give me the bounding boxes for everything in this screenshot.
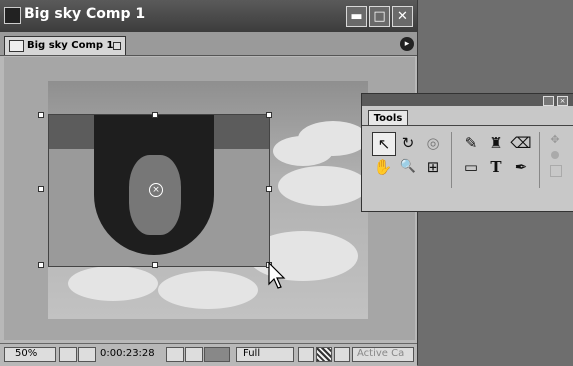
transform-handle[interactable] (38, 186, 44, 192)
title-bar[interactable]: Big sky Comp 1 ▬ □ ✕ (0, 0, 417, 32)
resolution-value: Full (243, 348, 261, 359)
type-tool-icon[interactable]: T (485, 156, 507, 178)
tab-label: Big sky Comp 1 (27, 40, 114, 51)
view-dropdown[interactable]: Active Ca (352, 347, 414, 362)
window-title: Big sky Comp 1 (24, 6, 146, 22)
show-snapshot-icon[interactable] (185, 347, 203, 362)
tab-comp[interactable]: Big sky Comp 1 (4, 36, 126, 55)
view-value: Active Ca (357, 348, 405, 359)
divider (451, 132, 452, 188)
light-tool-icon (551, 151, 559, 159)
region-of-interest-icon[interactable] (298, 347, 314, 362)
brush-tool-icon[interactable]: ✎ (460, 132, 482, 154)
selected-layer[interactable]: × (48, 114, 270, 267)
zoom-dropdown[interactable]: 50% (4, 347, 56, 362)
cloud (68, 266, 158, 301)
camera-tool-icon (550, 165, 562, 177)
orbit-camera-tool-icon[interactable]: ◎ (422, 132, 444, 154)
close-icon[interactable]: × (557, 96, 568, 106)
clone-stamp-tool-icon[interactable]: ♜ (485, 132, 507, 154)
composition-window: Big sky Comp 1 ▬ □ ✕ Big sky Comp 1 ▸ × (0, 0, 418, 366)
pen-tool-icon[interactable]: ✒ (510, 156, 532, 178)
channel-icon[interactable] (204, 347, 230, 362)
transform-handle[interactable] (152, 262, 158, 268)
mouse-cursor-icon (268, 262, 286, 289)
hand-tool-icon[interactable]: ✋ (372, 156, 394, 178)
pixel-aspect-icon[interactable] (334, 347, 350, 362)
panel-menu-icon[interactable]: ▸ (400, 37, 414, 51)
close-button[interactable]: ✕ (392, 6, 413, 27)
transform-handle[interactable] (38, 112, 44, 118)
transform-handle[interactable] (266, 112, 272, 118)
axis-tool-icon: ✥ (550, 133, 560, 146)
tools-palette: × Tools ↖ ↻ ◎ ✎ ♜ ⌫ ✋ 🔍 ⊞ ▭ T ✒ ✥ (361, 93, 573, 212)
viewer-status-bar: 50% 0:00:23:28 Full Active Ca (0, 343, 417, 366)
mask-view-icon[interactable] (78, 347, 96, 362)
tab-close-icon[interactable] (113, 42, 121, 50)
rotation-tool-icon[interactable]: ↻ (397, 132, 419, 154)
divider (539, 132, 540, 188)
snapshot-icon[interactable] (166, 347, 184, 362)
divider (362, 125, 573, 126)
rectangle-mask-tool-icon[interactable]: ▭ (460, 156, 482, 178)
transform-handle[interactable] (152, 112, 158, 118)
transparency-grid-icon[interactable] (316, 347, 332, 362)
composition-icon (4, 7, 21, 24)
composition-tab-icon (9, 40, 24, 52)
selection-tool-icon[interactable]: ↖ (372, 132, 396, 156)
transform-handle[interactable] (38, 262, 44, 268)
cloud (298, 121, 368, 156)
zoom-value: 50% (15, 348, 38, 359)
minimize-icon[interactable] (543, 96, 554, 106)
safe-zones-icon[interactable] (59, 347, 77, 362)
anchor-point-icon[interactable]: × (149, 183, 163, 197)
cloud (278, 166, 368, 206)
tab-tools[interactable]: Tools (368, 110, 408, 126)
minimize-button[interactable]: ▬ (346, 6, 367, 27)
pan-behind-tool-icon[interactable]: ⊞ (422, 156, 444, 178)
maximize-button[interactable]: □ (369, 6, 390, 27)
cloud (158, 271, 258, 309)
eraser-tool-icon[interactable]: ⌫ (510, 132, 532, 154)
resolution-dropdown[interactable]: Full (236, 347, 294, 362)
zoom-tool-icon[interactable]: 🔍 (397, 156, 419, 178)
tools-title-bar[interactable]: × (362, 94, 573, 106)
transform-handle[interactable] (266, 186, 272, 192)
timecode[interactable]: 0:00:23:28 (100, 348, 155, 359)
